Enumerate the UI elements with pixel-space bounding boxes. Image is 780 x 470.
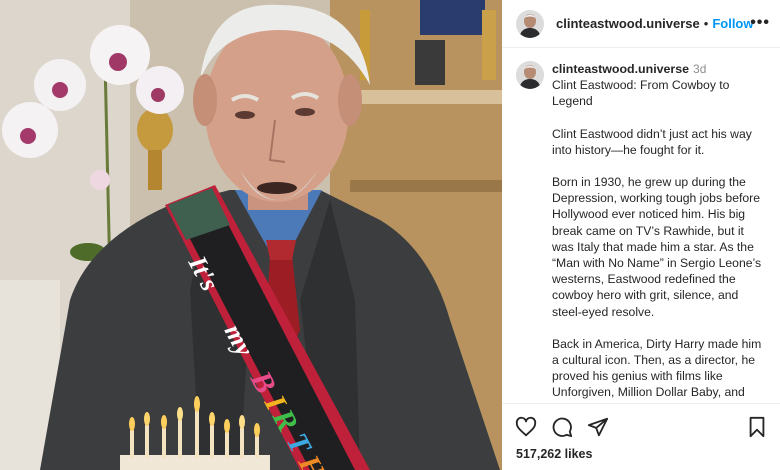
caption-text: clinteastwood.universe 3d Clint Eastwood:… xyxy=(552,61,766,402)
post-header: clinteastwood.universe • Follow ••• xyxy=(502,0,780,48)
follow-button[interactable]: Follow xyxy=(712,16,753,31)
send-icon[interactable] xyxy=(587,416,609,443)
comment-icon[interactable] xyxy=(551,416,573,443)
post-photo[interactable]: It's my B I R T H xyxy=(0,0,502,470)
caption-avatar[interactable] xyxy=(516,61,544,89)
caption-username[interactable]: clinteastwood.universe xyxy=(552,62,689,76)
like-count[interactable]: 517,262 likes xyxy=(516,447,592,461)
post-time[interactable]: 3d xyxy=(693,62,706,76)
header-separator-dot: • xyxy=(703,16,709,31)
header-username[interactable]: clinteastwood.universe xyxy=(556,16,700,31)
caption-paragraph-3: Back in America, Dirty Harry made him a … xyxy=(552,336,762,402)
caption-paragraph-2: Born in 1930, he grew up during the Depr… xyxy=(552,175,762,319)
caption-paragraph-1: Clint Eastwood didn’t just act his way i… xyxy=(552,126,752,157)
caption-row: clinteastwood.universe 3d Clint Eastwood:… xyxy=(516,61,766,402)
caption-scroll-area[interactable]: clinteastwood.universe 3d Clint Eastwood:… xyxy=(502,49,780,402)
more-icon[interactable]: ••• xyxy=(750,14,770,32)
caption-title: Clint Eastwood: From Cowboy to Legend xyxy=(552,78,730,109)
post-sidebar: clinteastwood.universe • Follow ••• clin… xyxy=(502,0,780,470)
bookmark-icon[interactable] xyxy=(746,416,768,443)
photo-illustration: It's my B I R T H xyxy=(0,0,502,470)
avatar[interactable] xyxy=(516,9,544,38)
action-bar: 517,262 likes xyxy=(502,403,780,470)
heart-icon[interactable] xyxy=(515,416,537,443)
